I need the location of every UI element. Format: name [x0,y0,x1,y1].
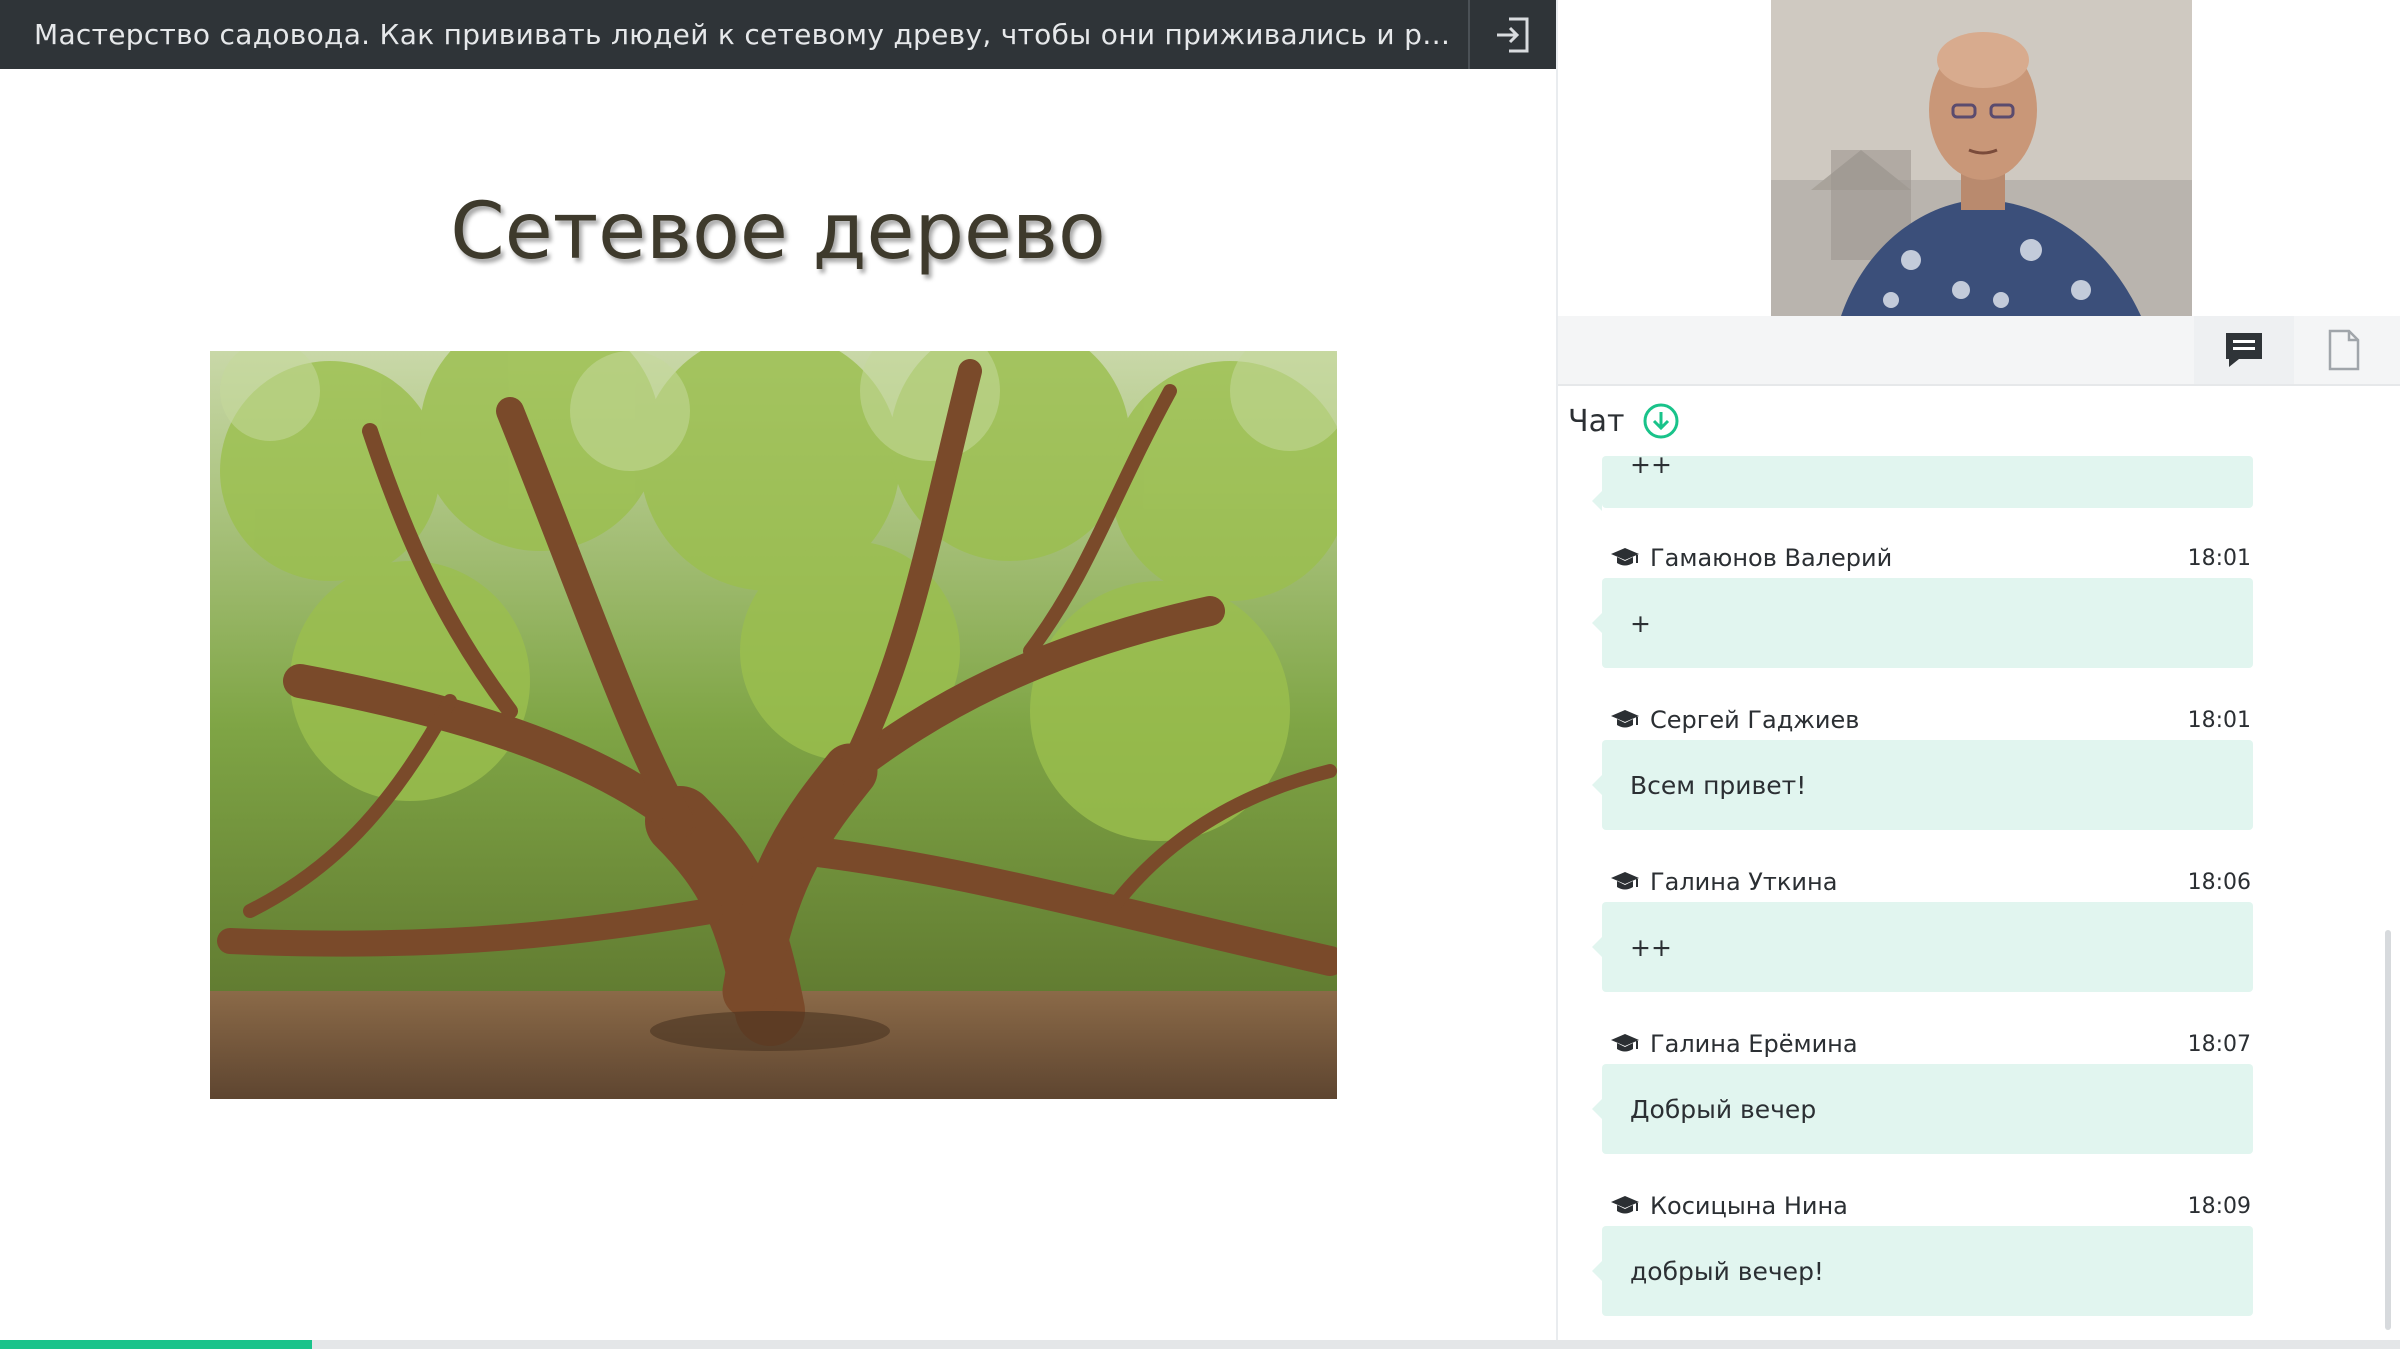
chat-message: Галина Уткина 18:06 ++ [1592,862,2253,992]
tree-photo [210,351,1337,1099]
chat-message: Косицына Нина 18:09 добрый вечер! [1592,1186,2253,1316]
exit-button[interactable] [1468,0,1556,69]
message-bubble: добрый вечер! [1592,1226,2253,1316]
message-bubble: Всем привет! [1592,740,2253,830]
progress-fill [0,1340,312,1349]
author-name: Сергей Гаджиев [1650,706,1860,734]
chat-message: Сергей Гаджиев 18:01 Всем привет! [1592,700,2253,830]
message-author: Сергей Гаджиев [1610,706,1859,734]
message-bubble: ++ [1592,456,2253,511]
message-author: Галина Ерёмина [1610,1030,1858,1058]
message-text: Всем привет! [1630,770,1807,800]
chat-message-list[interactable]: ++ Гамаюнов Валерий 18:01 + Сергей Гаджи… [1558,456,2378,1326]
message-time: 18:07 [2187,1031,2251,1057]
graduation-cap-icon [1610,547,1640,569]
chat-message-partial: ++ [1592,456,2253,511]
author-name: Гамаюнов Валерий [1650,544,1893,572]
message-author: Галина Уткина [1610,868,1837,896]
files-tab-button[interactable] [2294,316,2394,384]
chat-scrollbar[interactable] [2385,930,2391,1330]
presentation-slide: Сетевое дерево [0,69,1556,1337]
chat-header: Чат [1568,400,1680,442]
message-text: + [1630,608,1651,638]
message-time: 18:09 [2187,1193,2251,1219]
side-toolbar [1558,316,2400,386]
download-chat-button[interactable] [1642,402,1680,440]
message-author: Косицына Нина [1610,1192,1848,1220]
message-text: Добрый вечер [1630,1094,1817,1124]
chat-icon [2226,333,2262,367]
message-text: добрый вечер! [1630,1256,1824,1286]
message-author: Гамаюнов Валерий [1610,544,1892,572]
playback-progress[interactable] [0,1340,2400,1349]
message-time: 18:06 [2187,869,2251,895]
chat-message: Гамаюнов Валерий 18:01 + [1592,538,2253,668]
chat-message: Галина Ерёмина 18:07 Добрый вечер [1592,1024,2253,1154]
message-bubble: Добрый вечер [1592,1064,2253,1154]
download-icon [1643,403,1679,439]
graduation-cap-icon [1610,709,1640,731]
chat-tab-button[interactable] [2194,316,2294,384]
author-name: Галина Уткина [1650,868,1838,896]
message-time: 18:01 [2187,707,2251,733]
top-bar: Мастерство садовода. Как прививать людей… [0,0,1556,69]
speaker-video [1771,0,2192,316]
exit-icon [1497,17,1529,52]
author-name: Галина Ерёмина [1650,1030,1858,1058]
graduation-cap-icon [1610,1033,1640,1055]
file-icon [2328,329,2360,371]
message-bubble: ++ [1592,902,2253,992]
slide-title: Сетевое дерево [450,187,1106,277]
graduation-cap-icon [1610,1195,1640,1217]
chat-label: Чат [1568,403,1625,439]
message-time: 18:01 [2187,545,2251,571]
message-bubble: + [1592,578,2253,668]
webinar-title: Мастерство садовода. Как прививать людей… [34,18,1454,51]
author-name: Косицына Нина [1650,1192,1848,1220]
message-text: ++ [1630,932,1672,962]
message-text: ++ [1630,456,1672,479]
graduation-cap-icon [1610,871,1640,893]
